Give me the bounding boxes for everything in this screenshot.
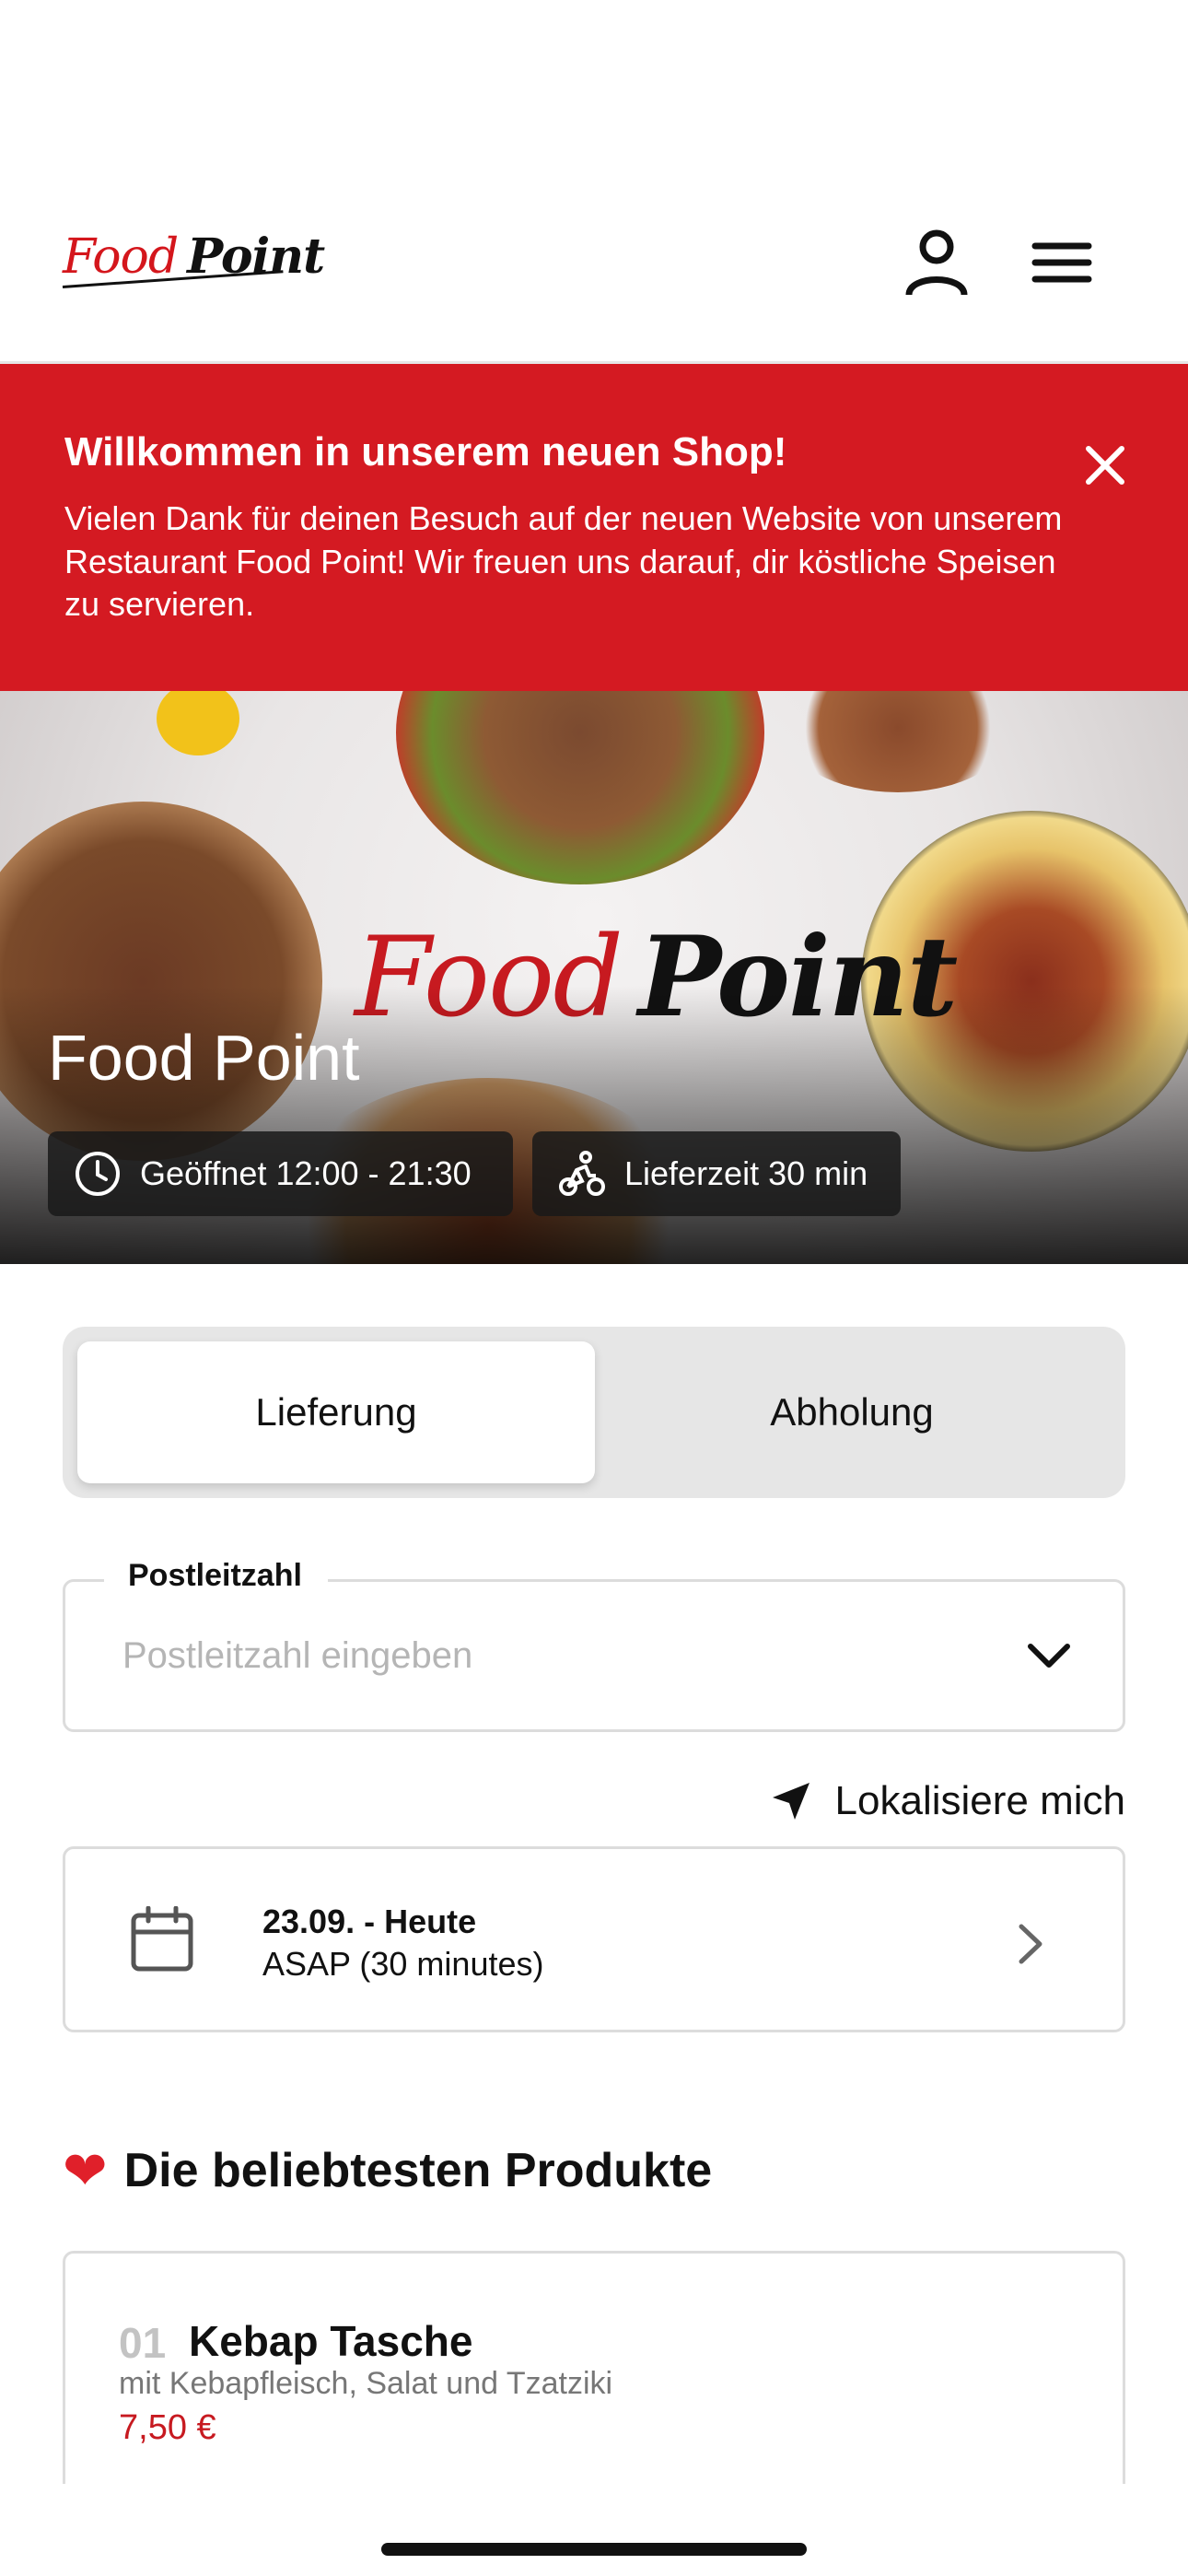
order-mode-toggle: Lieferung Abholung: [63, 1327, 1125, 1498]
home-indicator[interactable]: [381, 2543, 807, 2556]
schedule-time: ASAP (30 minutes): [262, 1945, 544, 1983]
opening-hours-badge: Geöffnet 12:00 - 21:30: [48, 1131, 513, 1216]
chevron-right-icon: [1012, 1921, 1049, 1967]
heart-icon: ❤: [63, 2141, 108, 2201]
header: Food Point: [0, 0, 1188, 364]
product-price: 7,50 €: [119, 2408, 216, 2447]
product-name: Kebap Tasche: [189, 2317, 473, 2365]
product-number: 01: [119, 2319, 167, 2367]
product-description: mit Kebapfleisch, Salat und Tzatziki: [119, 2366, 613, 2401]
bike-courier-icon: [559, 1151, 605, 1196]
pepper-image: [157, 691, 239, 755]
postcode-label: Postleitzahl: [104, 1558, 328, 1594]
popular-heading-text: Die beliebtesten Produkte: [123, 2144, 713, 2197]
restaurant-title: Food Point: [48, 1022, 360, 1094]
bottom-safe-area: [0, 2484, 1188, 2576]
close-icon[interactable]: [1077, 438, 1133, 493]
hero-image: Food Point Food Point Geöffnet 12:00 - 21…: [0, 691, 1188, 1264]
skewer-image: [783, 691, 1013, 792]
postcode-field[interactable]: Postleitzahl Postleitzahl eingeben: [63, 1558, 1125, 1732]
delivery-time-badge: Lieferzeit 30 min: [532, 1131, 901, 1216]
schedule-selector[interactable]: 23.09. - Heute ASAP (30 minutes): [63, 1846, 1125, 2032]
delivery-time-text: Lieferzeit 30 min: [624, 1154, 868, 1192]
popular-products-heading: ❤ Die beliebtesten Produkte: [63, 2139, 712, 2202]
pickup-option[interactable]: Abholung: [593, 1341, 1111, 1483]
postcode-input[interactable]: Postleitzahl eingeben: [122, 1635, 472, 1677]
locate-me-button[interactable]: Lokalisiere mich: [771, 1769, 1125, 1833]
food-point-logo[interactable]: Food Point: [62, 228, 325, 288]
welcome-banner: Willkommen in unserem neuen Shop! Vielen…: [0, 364, 1188, 691]
locate-me-label: Lokalisiere mich: [834, 1778, 1125, 1823]
banner-title: Willkommen in unserem neuen Shop!: [64, 429, 787, 474]
logo-food-text: Food: [63, 229, 179, 285]
schedule-date: 23.09. - Heute: [262, 1903, 477, 1940]
opening-hours-text: Geöffnet 12:00 - 21:30: [140, 1154, 472, 1192]
chevron-down-icon[interactable]: [1021, 1628, 1077, 1683]
doner-plate-image: [396, 691, 764, 884]
banner-text: Vielen Dank für deinen Besuch auf der ne…: [64, 498, 1063, 624]
delivery-option[interactable]: Lieferung: [77, 1341, 595, 1483]
clock-icon: [76, 1152, 120, 1196]
calendar-icon: [130, 1905, 194, 1973]
user-icon[interactable]: [895, 221, 978, 304]
hamburger-menu-icon[interactable]: [1020, 221, 1103, 304]
location-arrow-icon: [772, 1783, 809, 1820]
